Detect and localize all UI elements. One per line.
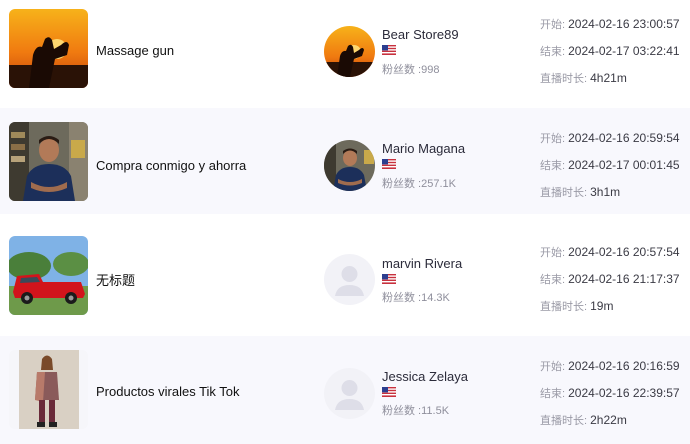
stream-row[interactable]: Massage gun Bear Store89 粉丝数:998 开始: 20… <box>0 0 690 106</box>
duration: 直播时长: 3h1m <box>540 184 620 200</box>
duration-label: 直播时长: <box>540 415 591 427</box>
start-value: 2024-02-16 20:57:54 <box>568 245 680 259</box>
default-user-avatar[interactable] <box>324 368 375 419</box>
us-flag-icon <box>382 274 396 284</box>
host-name[interactable]: Bear Store89 <box>382 27 459 42</box>
start-time: 开始: 2024-02-16 20:16:59 <box>540 358 680 374</box>
duration: 直播时长: 19m <box>540 298 613 314</box>
start-label: 开始: <box>540 133 569 145</box>
end-value: 2024-02-17 00:01:45 <box>568 158 680 172</box>
stream-row[interactable]: 无标题 marvin Rivera 粉丝数 :14.3K 开始: 2024-02… <box>0 222 690 328</box>
end-label: 结束: <box>540 160 569 172</box>
stream-title[interactable]: Compra conmigo y ahorra <box>96 158 246 173</box>
stream-title[interactable]: Massage gun <box>96 43 174 58</box>
end-time: 结束: 2024-02-16 22:39:57 <box>540 385 680 401</box>
fan-count: 粉丝数 :11.5K <box>382 405 450 417</box>
host-name[interactable]: Mario Magana <box>382 141 465 156</box>
end-label: 结束: <box>540 274 569 286</box>
end-label: 结束: <box>540 46 569 58</box>
start-label: 开始: <box>540 19 569 31</box>
duration-label: 直播时长: <box>540 73 591 85</box>
duration-value: 2h22m <box>590 413 627 427</box>
start-label: 开始: <box>540 361 569 373</box>
duration: 直播时长: 2h22m <box>540 412 627 428</box>
duration-value: 19m <box>590 299 614 313</box>
duration-value: 4h21m <box>590 71 627 85</box>
duration-label: 直播时长: <box>540 187 591 199</box>
start-time: 开始: 2024-02-16 20:59:54 <box>540 130 680 146</box>
fan-count: 粉丝数 :14.3K <box>382 292 450 304</box>
stream-row[interactable]: Compra conmigo y ahorra Mario Magana 粉丝数… <box>0 108 690 214</box>
red-truck-thumbnail[interactable] <box>9 236 88 315</box>
stream-row[interactable]: Productos virales Tik Tok Jessica Zelaya… <box>0 336 690 444</box>
woman-portrait-thumbnail[interactable] <box>9 350 88 429</box>
sunset-heart-thumbnail[interactable] <box>9 9 88 88</box>
stream-title[interactable]: Productos virales Tik Tok <box>96 384 240 399</box>
fan-count: 粉丝数 :998 <box>382 64 440 76</box>
live-stream-list: Massage gun Bear Store89 粉丝数:998 开始: 20… <box>0 0 690 444</box>
duration-value: 3h1m <box>590 185 621 199</box>
end-time: 结束: 2024-02-17 03:22:41 <box>540 43 680 59</box>
end-value: 2024-02-16 21:17:37 <box>568 272 680 286</box>
start-time: 开始: 2024-02-16 23:00:57 <box>540 16 680 32</box>
us-flag-icon <box>382 159 396 169</box>
start-label: 开始: <box>540 247 569 259</box>
start-value: 2024-02-16 20:16:59 <box>568 359 680 373</box>
host-name[interactable]: marvin Rivera <box>382 256 462 271</box>
duration-label: 直播时长: <box>540 301 591 313</box>
host-name[interactable]: Jessica Zelaya <box>382 369 468 384</box>
stream-title[interactable]: 无标题 <box>96 270 135 289</box>
man-portrait-avatar[interactable] <box>324 140 375 191</box>
sunset-avatar[interactable] <box>324 26 375 77</box>
start-time: 开始: 2024-02-16 20:57:54 <box>540 244 680 260</box>
duration: 直播时长: 4h21m <box>540 70 627 86</box>
start-value: 2024-02-16 23:00:57 <box>568 17 680 31</box>
default-user-avatar[interactable] <box>324 254 375 305</box>
us-flag-icon <box>382 387 396 397</box>
end-value: 2024-02-16 22:39:57 <box>568 386 680 400</box>
end-time: 结束: 2024-02-17 00:01:45 <box>540 157 680 173</box>
us-flag-icon <box>382 45 396 55</box>
end-label: 结束: <box>540 388 569 400</box>
man-portrait-thumbnail[interactable] <box>9 122 88 201</box>
fan-count: 粉丝数 :257.1K <box>382 178 456 190</box>
end-value: 2024-02-17 03:22:41 <box>568 44 680 58</box>
end-time: 结束: 2024-02-16 21:17:37 <box>540 271 680 287</box>
start-value: 2024-02-16 20:59:54 <box>568 131 680 145</box>
